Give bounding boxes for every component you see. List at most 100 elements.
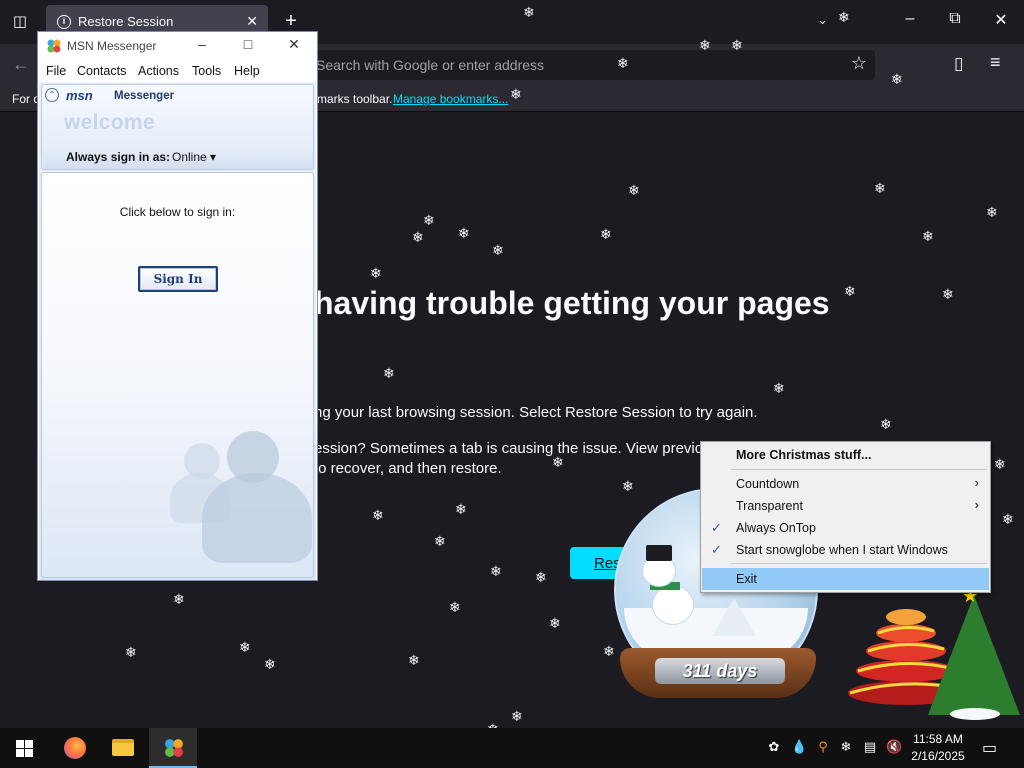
windows-start-icon[interactable] — [0, 728, 48, 768]
snowflake-icon: ❄ — [549, 615, 561, 631]
page-description: ng your last browsing session. Select Re… — [314, 404, 758, 421]
page-hint-line2: to recover, and then restore. — [314, 460, 502, 477]
url-input[interactable] — [316, 55, 836, 75]
hamburger-menu-icon[interactable]: ≡ — [990, 52, 1001, 73]
snowflake-icon: ❄ — [880, 416, 892, 432]
notification-icon[interactable]: ▭ — [982, 738, 997, 758]
msn-menu-actions[interactable]: Actions — [138, 64, 179, 78]
msn-minimize-button[interactable]: – — [192, 36, 212, 52]
checkmark-icon: ✓ — [711, 542, 722, 557]
snowflake-icon: ❄ — [874, 180, 886, 196]
snowflake-icon: ❄ — [535, 569, 547, 585]
extensions-icon[interactable]: ▯ — [954, 54, 963, 74]
menu-item-transparent[interactable]: Transparent › — [702, 495, 989, 517]
msn-logo: msn — [66, 88, 93, 103]
manage-bookmarks-link[interactable]: Manage bookmarks... — [393, 92, 508, 106]
firefox-icon — [64, 737, 86, 759]
taskbar: ✿ 💧 ⚲ ❄ ▤ 🔇 11:58 AM 2/16/2025 ▭ — [0, 728, 1024, 768]
snowflake-icon: ❄ — [490, 563, 502, 579]
menu-item-always-on-top[interactable]: ✓ Always OnTop — [702, 517, 989, 539]
buddy-head — [184, 443, 220, 479]
chevron-down-icon[interactable]: ⌄ — [817, 12, 828, 28]
minimize-button[interactable]: – — [898, 10, 922, 28]
snowflake-icon: ❄ — [511, 708, 523, 724]
droplet-icon[interactable]: 💧 — [791, 739, 807, 755]
snowflake-icon: ❄ — [372, 507, 384, 523]
taskbar-clock[interactable]: 11:58 AM 2/16/2025 — [905, 731, 971, 765]
msn-messenger-window: MSN Messenger – □ ✕ File Contacts Action… — [37, 31, 318, 581]
tab-list-icon[interactable]: ◫ — [8, 10, 32, 34]
snowflake-icon: ❄ — [383, 365, 395, 381]
snowflake-icon: ❄ — [455, 501, 467, 517]
snowflake-icon: ❄ — [922, 228, 934, 244]
bookmarks-hint-tail: marks toolbar. — [317, 92, 393, 106]
msn-maximize-button[interactable]: □ — [238, 36, 258, 52]
menu-item-label: Start snowglobe when I start Windows — [736, 543, 948, 557]
msn-close-button[interactable]: ✕ — [284, 36, 304, 53]
taskbar-firefox[interactable] — [50, 728, 98, 768]
snowflake-icon: ❄ — [239, 639, 251, 655]
christmas-tree-icon — [928, 595, 1020, 715]
buddy-head — [227, 431, 279, 483]
msn-product-name: Messenger — [114, 90, 175, 102]
clock-time: 11:58 AM — [913, 732, 963, 746]
snowflake-icon: ❄ — [844, 283, 856, 299]
snowman-hat — [646, 545, 672, 561]
snowflake-icon: ❄ — [458, 225, 470, 241]
close-tab-icon[interactable]: ✕ — [246, 13, 258, 30]
msn-title-bar[interactable]: MSN Messenger – □ ✕ — [38, 32, 317, 60]
address-bar[interactable]: ☆ — [300, 50, 875, 80]
snowflake-icon: ❄ — [125, 644, 137, 660]
bookmark-star-icon[interactable]: ☆ — [851, 53, 867, 74]
welcome-banner: welcome — [64, 111, 155, 134]
menu-item-more-christmas[interactable]: More Christmas stuff... — [702, 444, 989, 466]
close-button[interactable]: ✕ — [989, 10, 1013, 30]
snowflake-icon: ❄ — [628, 182, 640, 198]
snowflake-icon: ❄ — [412, 229, 424, 245]
taskbar-msn-messenger[interactable] — [149, 728, 197, 768]
snowflake-icon: ❄ — [449, 599, 461, 615]
dropdown-arrow-icon: ▾ — [210, 150, 217, 164]
snowflake-icon: ❄ — [986, 204, 998, 220]
snowflake-icon: ❄ — [994, 456, 1006, 472]
status-dropdown[interactable]: Online ▾ — [172, 150, 216, 164]
msn-header: ⌃ msn Messenger welcome Always sign in a… — [41, 84, 314, 170]
new-tab-button[interactable]: + — [280, 10, 302, 32]
snowflake-icon: ❄ — [622, 478, 634, 494]
msn-menu-tools[interactable]: Tools — [192, 64, 221, 78]
menu-item-exit[interactable]: Exit — [702, 568, 989, 590]
volume-muted-icon[interactable]: 🔇 — [886, 739, 902, 755]
msn-butterfly-icon — [165, 739, 183, 757]
snowflake-icon: ❄ — [600, 226, 612, 242]
snowflake-icon: ❄ — [173, 591, 185, 607]
menu-item-label: More Christmas stuff... — [736, 448, 872, 462]
status-label: Always sign in as: — [66, 150, 171, 164]
snowflake-tray-icon[interactable]: ❄ — [838, 739, 854, 755]
submenu-arrow-icon: › — [974, 475, 979, 490]
collapse-chevron-icon[interactable]: ⌃ — [45, 88, 59, 102]
menu-item-countdown[interactable]: Countdown › — [702, 473, 989, 495]
page-title: having trouble getting your pages — [314, 285, 830, 321]
info-icon: i — [57, 15, 71, 29]
page-hint-line1: ession? Sometimes a tab is causing the i… — [314, 440, 712, 457]
search-tray-icon[interactable]: ⚲ — [815, 739, 831, 755]
msn-menu-help[interactable]: Help — [234, 64, 260, 78]
bookmarks-hint: For q — [12, 92, 41, 106]
restore-button[interactable]: ⧉ — [943, 10, 967, 28]
taskbar-file-explorer[interactable] — [99, 728, 147, 768]
msn-menu-bar: File Contacts Actions Tools Help — [38, 60, 317, 82]
msn-tray-icon[interactable]: ✿ — [766, 739, 782, 755]
msn-menu-file[interactable]: File — [46, 64, 66, 78]
sign-in-panel: Click below to sign in: Sign In — [41, 172, 314, 578]
sign-in-button[interactable]: Sign In — [138, 266, 218, 292]
network-icon[interactable]: ▤ — [862, 739, 878, 755]
folder-icon — [112, 739, 134, 756]
snowflake-icon: ❄ — [423, 212, 435, 228]
menu-item-label: Always OnTop — [736, 521, 816, 535]
back-arrow-icon[interactable]: ← — [12, 54, 30, 75]
msn-menu-contacts[interactable]: Contacts — [77, 64, 126, 78]
submenu-arrow-icon: › — [974, 497, 979, 512]
globe-tree-icon — [712, 598, 756, 636]
tab-title: Restore Session — [78, 14, 174, 29]
menu-item-start-with-windows[interactable]: ✓ Start snowglobe when I start Windows — [702, 539, 989, 561]
